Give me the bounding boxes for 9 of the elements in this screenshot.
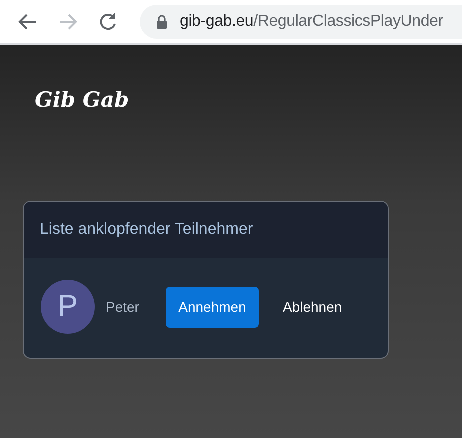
address-bar[interactable]: gib-gab.eu/RegularClassicsPlayUnder — [140, 4, 462, 38]
reject-button[interactable]: Ablehnen — [273, 293, 352, 321]
accept-button[interactable]: Annehmen — [166, 286, 259, 328]
dialog-title: Liste anklopfender Teilnehmer — [40, 221, 254, 239]
logo: Gib Gab — [35, 87, 130, 112]
participant-name: Peter — [106, 299, 140, 315]
url-text: gib-gab.eu/RegularClassicsPlayUnder — [180, 12, 444, 30]
lock-icon — [156, 14, 168, 28]
avatar: P — [41, 280, 95, 334]
